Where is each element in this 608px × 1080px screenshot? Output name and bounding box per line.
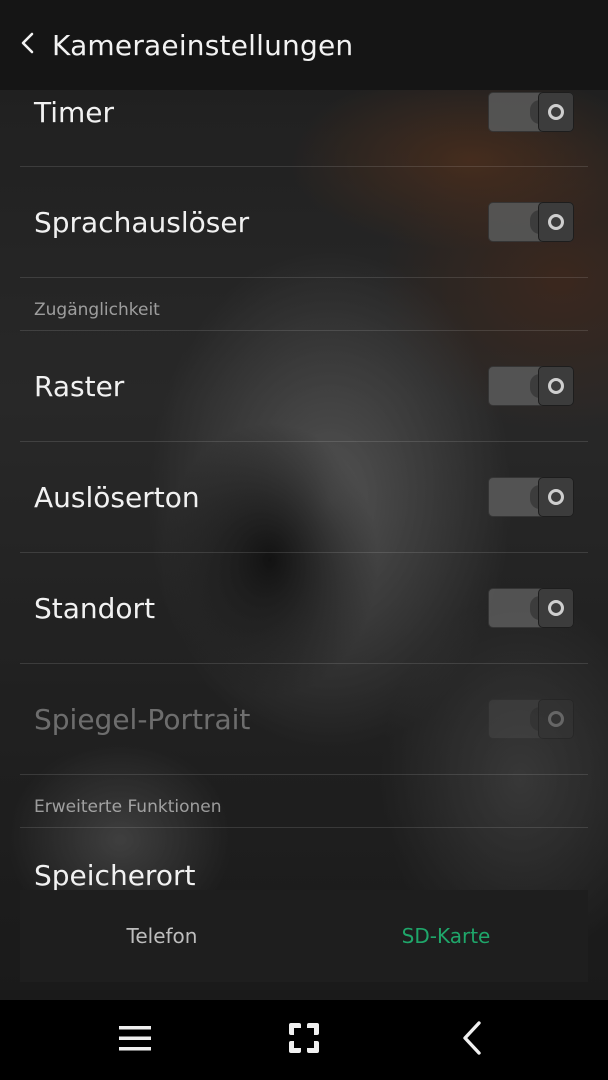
setting-row-timer[interactable]: Timer [20, 58, 588, 167]
setting-row-shutter-sound[interactable]: Auslöserton [20, 442, 588, 553]
system-navigation-bar [0, 1000, 608, 1080]
setting-label: Timer [34, 95, 115, 129]
setting-label: Sprachauslöser [34, 205, 250, 239]
storage-option-sd-card[interactable]: SD-Karte [304, 890, 588, 982]
settings-list: Timer Sprachauslöser Zugänglichkeit Rast… [20, 58, 588, 900]
section-header-accessibility: Zugänglichkeit [20, 278, 588, 331]
back-nav-button[interactable] [453, 1020, 493, 1060]
setting-label: Speicherort [34, 859, 196, 892]
setting-label: Spiegel-Portrait [34, 702, 251, 736]
timer-toggle[interactable] [488, 92, 574, 132]
menu-icon [117, 1020, 153, 1060]
toggle-knob [538, 366, 574, 406]
setting-row-grid[interactable]: Raster [20, 331, 588, 442]
section-label: Zugänglichkeit [34, 300, 160, 320]
location-toggle[interactable] [488, 588, 574, 628]
toggle-ring-icon [548, 711, 564, 727]
setting-label: Standort [34, 591, 156, 625]
toggle-ring-icon [548, 378, 564, 394]
page-title: Kameraeinstellungen [52, 28, 354, 62]
toggle-ring-icon [548, 600, 564, 616]
back-icon [455, 1020, 491, 1060]
storage-option-phone[interactable]: Telefon [20, 890, 304, 982]
setting-label: Raster [34, 369, 125, 403]
home-button[interactable] [284, 1020, 324, 1060]
setting-label: Auslöserton [34, 480, 200, 514]
toggle-ring-icon [548, 104, 564, 120]
toggle-knob [538, 92, 574, 132]
shutter-sound-toggle[interactable] [488, 477, 574, 517]
setting-row-voice-trigger[interactable]: Sprachauslöser [20, 167, 588, 278]
section-header-advanced: Erweiterte Funktionen [20, 775, 588, 828]
setting-row-location[interactable]: Standort [20, 553, 588, 664]
setting-row-mirror-portrait: Spiegel-Portrait [20, 664, 588, 775]
mirror-portrait-toggle [488, 699, 574, 739]
toggle-knob [538, 699, 574, 739]
toggle-knob [538, 477, 574, 517]
menu-button[interactable] [115, 1020, 155, 1060]
camera-settings-screen: Kameraeinstellungen Timer Sprachauslöser… [0, 0, 608, 1080]
voice-trigger-toggle[interactable] [488, 202, 574, 242]
grid-toggle[interactable] [488, 366, 574, 406]
toggle-knob [538, 202, 574, 242]
chevron-left-icon [16, 31, 40, 59]
home-icon [286, 1020, 322, 1060]
toggle-ring-icon [548, 489, 564, 505]
toggle-knob [538, 588, 574, 628]
storage-location-selector: Telefon SD-Karte [20, 890, 588, 982]
toggle-ring-icon [548, 214, 564, 230]
section-label: Erweiterte Funktionen [34, 797, 222, 817]
